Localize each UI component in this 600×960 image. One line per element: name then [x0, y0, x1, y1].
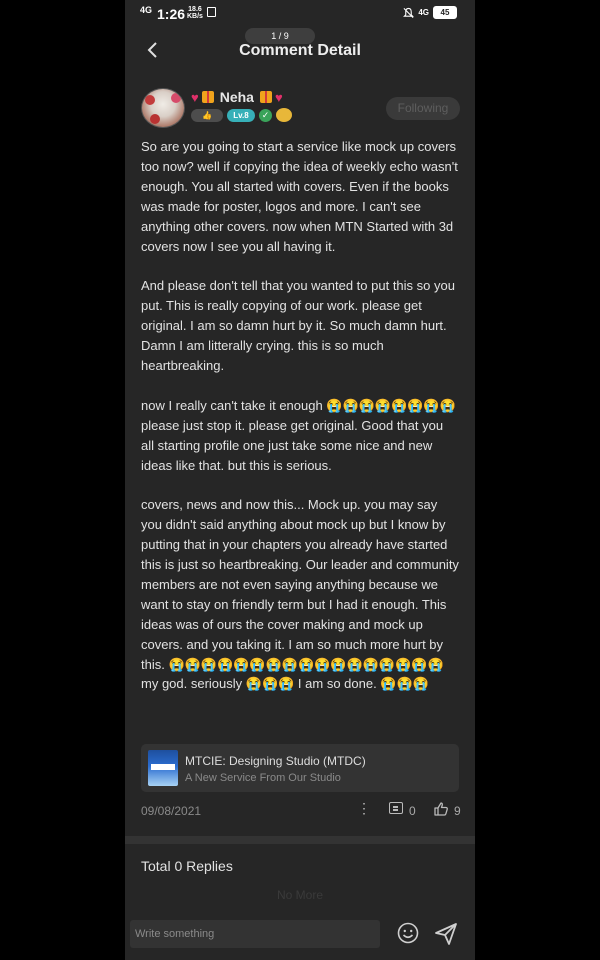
like-count: 9: [454, 804, 461, 818]
no-more-label: No More: [276, 888, 323, 902]
app-screen: 4G 1:26 18.6 KB/s 4G 45 1 / 9 Comment De…: [125, 0, 475, 960]
thumbs-up-icon[interactable]: [433, 801, 449, 817]
username[interactable]: Neha: [220, 89, 254, 105]
following-button[interactable]: Following: [386, 97, 460, 120]
comment-footer: 09/08/2021 ⋮ 0 9: [141, 800, 461, 820]
thumb-badge: 👍: [191, 108, 223, 122]
story-subtitle: A New Service From Our Studio: [185, 772, 341, 784]
send-icon[interactable]: [434, 922, 458, 946]
crown-badge-icon: [276, 108, 292, 122]
gift-icon: [201, 91, 214, 103]
story-cover-thumbnail: [148, 750, 178, 786]
heart-icon: ♥: [274, 89, 283, 105]
sim-icon: [207, 7, 216, 17]
story-title: MTCIE: Designing Studio (MTDC): [185, 754, 366, 768]
heart-icon: ♥: [191, 89, 199, 105]
verified-badge-icon: ✓: [259, 108, 272, 122]
more-options-icon[interactable]: ⋮: [357, 800, 371, 817]
replies-total: Total 0 Replies: [141, 858, 233, 874]
linked-story-card[interactable]: MTCIE: Designing Studio (MTDC) A New Ser…: [141, 744, 459, 792]
network-speed-unit: KB/s: [187, 13, 203, 20]
username-row: ♥ Neha ♥: [191, 89, 283, 105]
level-badge: Lv.8: [227, 108, 255, 122]
reply-input-bar: [125, 912, 475, 960]
status-bar: 4G 1:26 18.6 KB/s 4G 45: [125, 0, 475, 26]
emoji-icon[interactable]: [397, 922, 419, 944]
page-title: Comment Detail: [239, 42, 361, 59]
network-indicator-right: 4G: [418, 7, 429, 17]
comment-count: 0: [409, 804, 416, 818]
comment-icon[interactable]: [389, 802, 403, 814]
status-right: 4G 45: [403, 6, 457, 19]
user-badges: 👍 Lv.8 ✓: [191, 108, 292, 122]
network-speed-value: 18.6: [188, 6, 202, 13]
network-speed: 18.6 KB/s: [187, 6, 203, 20]
comment-body: So are you going to start a service like…: [141, 139, 459, 692]
mute-bell-icon: [403, 7, 415, 18]
clock: 1:26: [157, 6, 186, 22]
avatar[interactable]: [141, 88, 185, 128]
section-divider: [125, 836, 475, 844]
gift-icon: [259, 91, 272, 103]
comment-date: 09/08/2021: [141, 804, 202, 818]
battery-icon: 45: [433, 6, 457, 19]
network-indicator: 4G: [140, 5, 153, 15]
reply-input[interactable]: [130, 920, 380, 948]
